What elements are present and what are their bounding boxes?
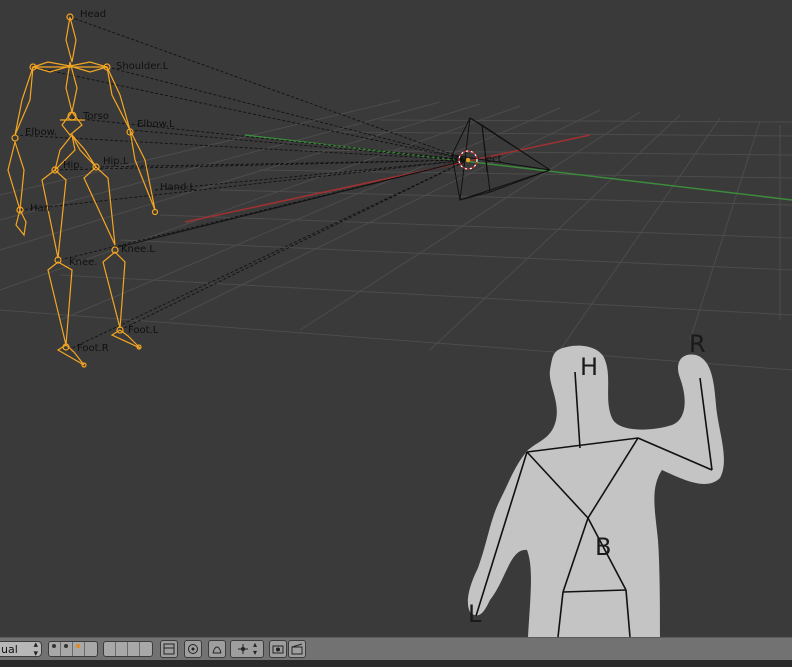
silhouette-label-head: H bbox=[580, 353, 598, 381]
layer-button[interactable] bbox=[61, 642, 73, 656]
knee-constraint-line bbox=[114, 159, 469, 249]
snap-button[interactable]: ▴ ▾ bbox=[230, 640, 264, 658]
render-layer-button[interactable] bbox=[160, 640, 178, 658]
layer-buttons-2[interactable] bbox=[103, 641, 153, 657]
mode-select-label: ual bbox=[1, 643, 18, 656]
bone-label-hand-r: Han bbox=[30, 203, 50, 214]
bone-label-head: Head bbox=[80, 9, 106, 20]
bone-label-knee-r: Knee. bbox=[69, 257, 97, 268]
silhouette-label-body: B bbox=[595, 533, 611, 561]
bone-label-torso: Torso bbox=[82, 111, 109, 122]
proportional-icon bbox=[212, 646, 222, 654]
render-layer-icon bbox=[163, 643, 175, 655]
layer-button[interactable] bbox=[104, 642, 116, 656]
snap-icon bbox=[237, 644, 248, 654]
layer-button[interactable] bbox=[85, 642, 97, 656]
pivot-button[interactable] bbox=[184, 640, 202, 658]
animation-render-button[interactable] bbox=[288, 640, 306, 658]
pivot-icon bbox=[188, 644, 198, 654]
bone-label-knee-l: Knee.L bbox=[121, 244, 155, 255]
layer-buttons[interactable] bbox=[48, 641, 98, 657]
bottom-strip bbox=[0, 660, 792, 667]
silhouette-label-right-hand: R bbox=[689, 330, 706, 358]
bone-label-hand-l: Hand.L bbox=[160, 182, 196, 193]
viewport-header: ual ▴ ▾ ▴ ▾ bbox=[0, 637, 792, 661]
proportional-button[interactable] bbox=[208, 640, 226, 658]
bone-label-hip-r: Hip. bbox=[63, 160, 83, 171]
bone-label-shoulder-l: Shoulder.L bbox=[116, 61, 169, 72]
render-icon bbox=[272, 645, 284, 654]
camera-target-label: ect bbox=[486, 154, 502, 165]
clapperboard-icon bbox=[291, 643, 303, 655]
bone-label-elbow-r: Elbow. bbox=[25, 127, 57, 138]
select-arrows-icon: ▴ ▾ bbox=[252, 640, 257, 657]
layer-button[interactable] bbox=[49, 642, 61, 656]
layer-button[interactable] bbox=[73, 642, 85, 656]
layer-button[interactable] bbox=[116, 642, 128, 656]
bone-label-foot-l: Foot.L bbox=[128, 325, 159, 336]
bone-label-elbow-l: Elbow.L bbox=[137, 119, 175, 130]
render-button[interactable] bbox=[269, 640, 287, 658]
3d-viewport[interactable]: ect Head Shoulder.L Torso Elbow.L Elbow.… bbox=[0, 0, 792, 637]
layer-button[interactable] bbox=[128, 642, 140, 656]
floor-grid bbox=[0, 99, 792, 371]
mode-select[interactable]: ual ▴ ▾ bbox=[0, 640, 42, 659]
body-silhouette bbox=[467, 345, 724, 637]
bone-label-hip-l: Hip.L bbox=[103, 156, 129, 167]
select-arrows-icon: ▴ ▾ bbox=[33, 640, 38, 659]
layer-button[interactable] bbox=[140, 642, 152, 656]
silhouette-label-left-hand: L bbox=[468, 600, 482, 628]
bone-label-foot-r: Foot.R bbox=[77, 343, 109, 354]
